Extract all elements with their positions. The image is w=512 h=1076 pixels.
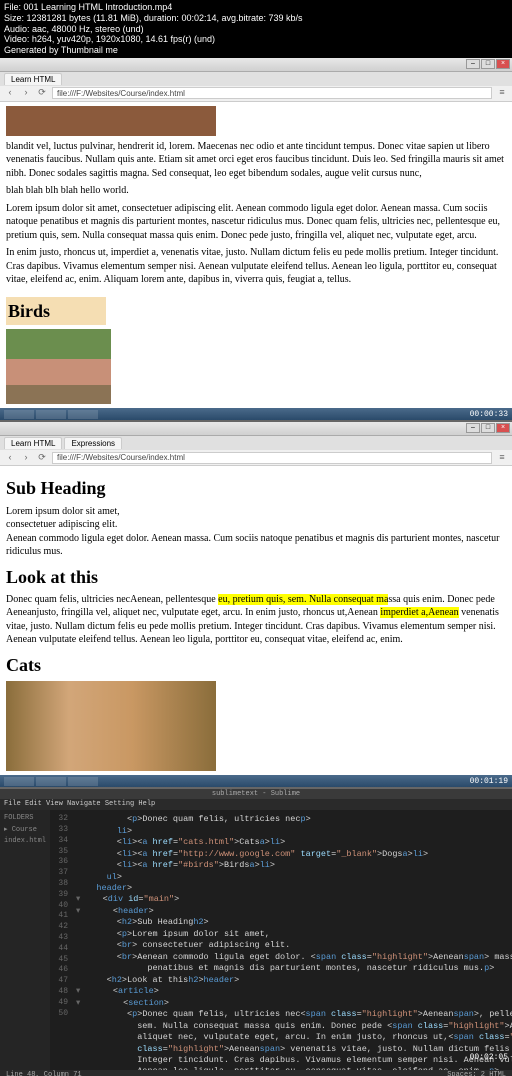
meta-video: Video: h264, yuv420p, 1920x1080, 14.61 f… (4, 34, 508, 45)
browser-frame-1: – □ × Learn HTML ‹ › ⟳ ≡ blandit vel, lu… (0, 58, 512, 420)
meta-gen: Generated by Thumbnail me (4, 45, 508, 56)
taskbar-item[interactable] (36, 777, 66, 786)
close-button[interactable]: × (496, 59, 510, 69)
sidebar-folders: FOLDERS (4, 814, 46, 822)
window-titlebar[interactable]: – □ × (0, 58, 512, 72)
browser-frame-2: – □ × Learn HTML Expressions ‹ › ⟳ ≡ Sub… (0, 422, 512, 787)
body-text: Lorem ipsum dolor sit amet, consectetuer… (6, 202, 506, 243)
windows-taskbar[interactable]: 00:00:33 (0, 408, 512, 420)
minimize-button[interactable]: – (466, 423, 480, 433)
taskbar-item[interactable] (4, 777, 34, 786)
status-cursor: Line 48, Column 71 (6, 1071, 82, 1076)
editor-statusbar: Line 48, Column 71 Spaces: 2 HTML (0, 1070, 512, 1076)
back-icon[interactable]: ‹ (4, 87, 16, 99)
heading-birds: Birds (6, 297, 106, 325)
body-text: Lorem ipsum dolor sit amet,consectetuer … (6, 505, 506, 559)
page-content-1: blandit vel, luctus pulvinar, hendrerit … (0, 102, 512, 408)
tab-learn-html[interactable]: Learn HTML (4, 73, 62, 85)
forward-icon[interactable]: › (20, 87, 32, 99)
url-input[interactable] (52, 87, 492, 99)
taskbar-item[interactable] (68, 777, 98, 786)
find-highlight: imperdiet a,Aenean (380, 607, 458, 618)
maximize-button[interactable]: □ (481, 59, 495, 69)
body-text: blah blah blh blah hello world. (6, 184, 506, 198)
browser-tabs: Learn HTML Expressions (0, 436, 512, 450)
minimize-button[interactable]: – (466, 59, 480, 69)
browser-tabs: Learn HTML (0, 72, 512, 86)
taskbar-item[interactable] (36, 410, 66, 419)
meta-size: Size: 12381281 bytes (11.81 MiB), durati… (4, 13, 508, 24)
menu-icon[interactable]: ≡ (496, 87, 508, 99)
tab-expressions[interactable]: Expressions (64, 437, 122, 449)
meta-file: File: 001 Learning HTML Introduction.mp4 (4, 2, 508, 13)
body-text-highlighted: Donec quam felis, ultricies necAenean, p… (6, 593, 506, 647)
window-titlebar[interactable]: – □ × (0, 422, 512, 436)
editor-menu[interactable]: File Edit View Navigate Setting Help (0, 799, 512, 810)
find-highlight: eu, pretium quis, sem. Nulla consequat m… (218, 594, 388, 605)
forward-icon[interactable]: › (20, 452, 32, 464)
editor-title: sublimetext - Sublime (0, 789, 512, 799)
heading-cats: Cats (6, 653, 506, 677)
url-input[interactable] (52, 452, 492, 464)
pig-image (6, 329, 111, 404)
sidebar-file[interactable]: index.html (4, 837, 46, 845)
meta-audio: Audio: aac, 48000 Hz, stereo (und) (4, 24, 508, 35)
windows-taskbar[interactable]: 00:01:19 (0, 775, 512, 787)
timecode-1: 00:00:33 (470, 410, 508, 419)
sidebar-folder[interactable]: ▸ Course (4, 825, 46, 834)
address-bar: ‹ › ⟳ ≡ (0, 86, 512, 102)
back-icon[interactable]: ‹ (4, 452, 16, 464)
tab-learn-html[interactable]: Learn HTML (4, 437, 62, 449)
reload-icon[interactable]: ⟳ (36, 452, 48, 464)
video-metadata: File: 001 Learning HTML Introduction.mp4… (0, 0, 512, 58)
close-button[interactable]: × (496, 423, 510, 433)
heading-look: Look at this (6, 565, 506, 589)
body-text: blandit vel, luctus pulvinar, hendrerit … (6, 140, 506, 181)
timecode-2: 00:01:19 (470, 777, 508, 786)
taskbar-item[interactable] (4, 410, 34, 419)
image-placeholder (6, 106, 216, 136)
menu-icon[interactable]: ≡ (496, 452, 508, 464)
timecode-3: 00:02:05 (470, 1053, 508, 1062)
page-content-2: Sub Heading Lorem ipsum dolor sit amet,c… (0, 466, 512, 775)
taskbar-item[interactable] (68, 410, 98, 419)
status-mode: Spaces: 2 HTML (447, 1071, 506, 1076)
heading-sub: Sub Heading (6, 476, 506, 500)
code-editor: sublimetext - Sublime File Edit View Nav… (0, 789, 512, 1076)
line-numbers: 32333435363738394041424344454647484950 (50, 810, 74, 1070)
code-area[interactable]: <p>Donec quam felis, ultricies necp> li>… (74, 810, 512, 1070)
reload-icon[interactable]: ⟳ (36, 87, 48, 99)
editor-sidebar[interactable]: FOLDERS ▸ Course index.html (0, 810, 50, 1070)
maximize-button[interactable]: □ (481, 423, 495, 433)
address-bar: ‹ › ⟳ ≡ (0, 450, 512, 466)
cat-image (6, 681, 216, 771)
body-text: In enim justo, rhoncus ut, imperdiet a, … (6, 246, 506, 287)
